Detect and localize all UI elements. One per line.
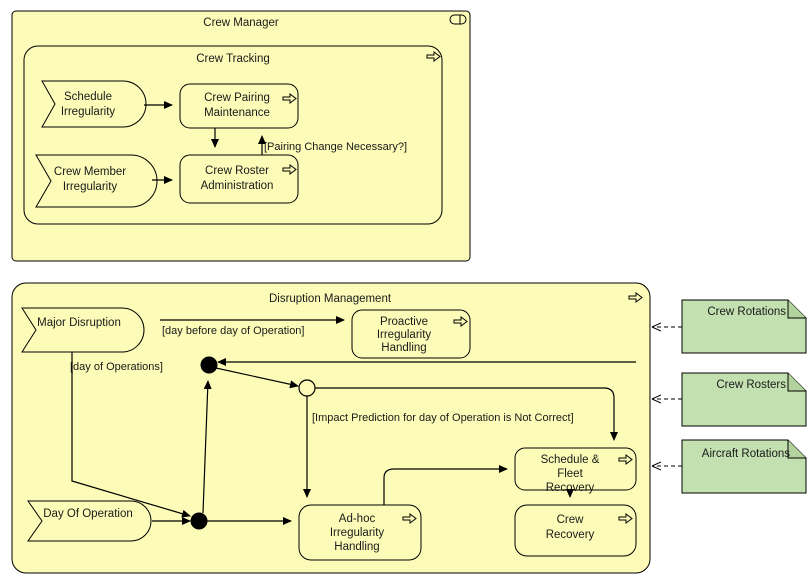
crew-pairing-maintenance-shape: [179, 83, 299, 129]
day-of-operation-label: Day Of Operation: [43, 508, 132, 520]
crew-pairing-maintenance-label-2: Maintenance: [204, 107, 270, 119]
schedule-irregularity-label-2: Irregularity: [61, 106, 116, 118]
aircraft-rotations-label: Aircraft Rotations: [702, 448, 790, 460]
proactive-label-3: Handling: [381, 342, 426, 354]
uml-activity-diagram: Crew Manager Crew Tracking Schedule Irre…: [11, 10, 807, 574]
crew-manager-title: Crew Manager: [203, 17, 279, 29]
schedule-fleet-recovery-label-1: Schedule &: [541, 454, 600, 466]
major-disruption-label: Major Disruption: [37, 317, 121, 329]
activity-crew-pairing-maintenance[interactable]: Crew Pairing Maintenance: [179, 83, 299, 129]
merge-node-upper[interactable]: [200, 356, 218, 374]
artifact-aircraft-rotations[interactable]: Aircraft Rotations: [681, 439, 807, 494]
ad-hoc-label-2: Irregularity: [330, 527, 385, 539]
event-schedule-irregularity[interactable]: Schedule Irregularity: [41, 80, 147, 128]
disruption-management-title: Disruption Management: [269, 293, 392, 305]
activity-crew-roster-administration[interactable]: Crew Roster Administration: [179, 154, 299, 204]
crew-member-irregularity-label-2: Irregularity: [63, 181, 118, 193]
component-icon: [449, 14, 467, 25]
event-day-of-operation[interactable]: Day Of Operation: [27, 500, 152, 542]
crew-roster-administration-shape: [179, 154, 299, 204]
crew-rosters-label: Crew Rosters: [716, 379, 786, 391]
guard-impact-prediction-not-correct: [Impact Prediction for day of Operation …: [312, 412, 574, 424]
schedule-fleet-recovery-label-2: Fleet: [557, 468, 583, 480]
activity-proactive-irregularity-handling[interactable]: Proactive Irregularity Handling: [351, 309, 471, 359]
diagram-canvas: Crew Manager Crew Tracking Schedule Irre…: [0, 0, 812, 585]
crew-rotations-label: Crew Rotations: [707, 306, 786, 318]
crew-tracking-title: Crew Tracking: [196, 53, 270, 65]
crew-recovery-label-2: Recovery: [546, 529, 595, 541]
proactive-label-2: Irregularity: [377, 329, 432, 341]
aircraft-rotations-fold: [787, 440, 806, 459]
guard-pairing-change-necessary: [Pairing Change Necessary?]: [264, 141, 407, 153]
activity-schedule-fleet-recovery[interactable]: Schedule & Fleet Recovery: [514, 447, 637, 494]
crew-rotations-fold: [787, 300, 806, 319]
event-major-disruption[interactable]: Major Disruption: [21, 307, 145, 353]
day-of-operation-shape: [27, 500, 152, 542]
activity-crew-recovery[interactable]: Crew Recovery: [514, 504, 637, 557]
guard-day-of-operations: [day of Operations]: [70, 361, 163, 373]
proactive-label-1: Proactive: [380, 316, 428, 328]
artifact-crew-rosters[interactable]: Crew Rosters: [681, 372, 807, 427]
schedule-irregularity-label-1: Schedule: [64, 91, 112, 103]
crew-rosters-fold: [787, 373, 806, 392]
merge-node-lower[interactable]: [190, 512, 208, 530]
ad-hoc-label-3: Handling: [334, 541, 379, 553]
guard-day-before-day-of-operation: [day before day of Operation]: [162, 325, 304, 337]
crew-recovery-label-1: Crew: [557, 514, 585, 526]
decision-node[interactable]: [298, 379, 316, 397]
schedule-irregularity-shape: [41, 80, 147, 128]
activity-ad-hoc-irregularity-handling[interactable]: Ad-hoc Irregularity Handling: [298, 504, 422, 561]
event-crew-member-irregularity[interactable]: Crew Member Irregularity: [35, 154, 158, 208]
crew-pairing-maintenance-label-1: Crew Pairing: [204, 92, 270, 104]
crew-member-irregularity-label-1: Crew Member: [54, 166, 126, 178]
crew-roster-administration-label-1: Crew Roster: [205, 165, 269, 177]
major-disruption-shape: [21, 307, 145, 353]
artifact-crew-rotations[interactable]: Crew Rotations: [681, 299, 807, 354]
crew-roster-administration-label-2: Administration: [201, 180, 274, 192]
ad-hoc-label-1: Ad-hoc: [339, 513, 376, 525]
